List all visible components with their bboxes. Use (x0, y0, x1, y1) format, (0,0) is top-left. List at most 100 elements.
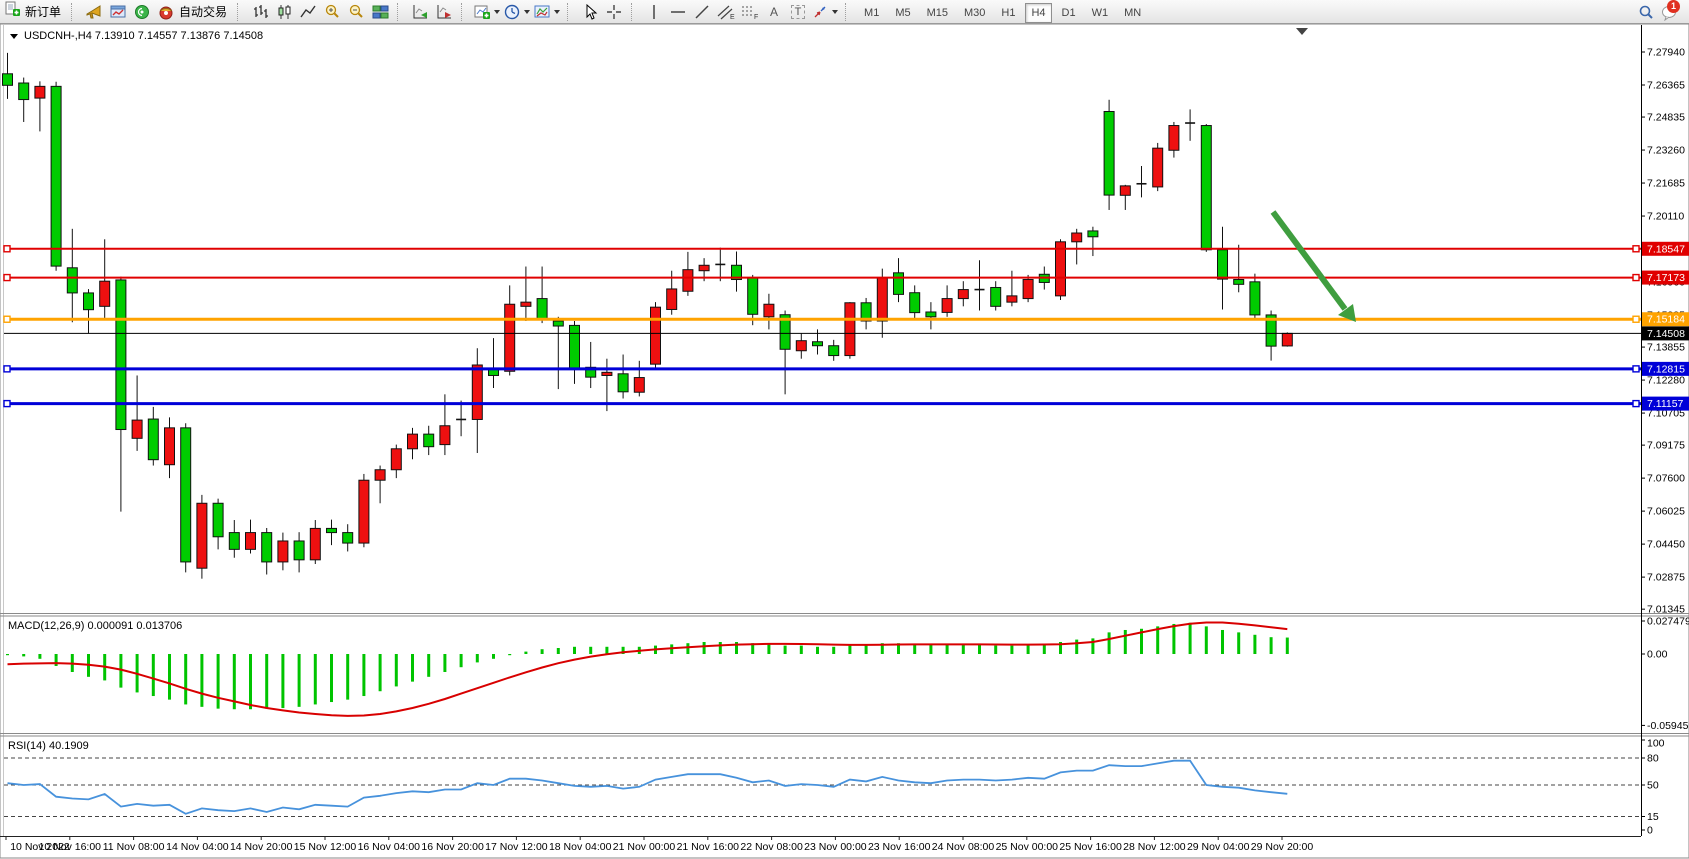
svg-text:21 Nov 00:00: 21 Nov 00:00 (613, 841, 676, 853)
svg-text:0: 0 (1647, 825, 1653, 837)
svg-text:7.11157: 7.11157 (1647, 398, 1684, 410)
notifications-button[interactable]: 1 (1659, 1, 1681, 23)
svg-text:24 Nov 08:00: 24 Nov 08:00 (932, 841, 995, 853)
svg-text:7.18547: 7.18547 (1647, 243, 1685, 255)
candlestick-type-button[interactable] (273, 1, 295, 23)
notification-badge: 1 (1667, 0, 1680, 13)
toolbar-separator (237, 3, 244, 21)
auto-scroll-button[interactable] (409, 1, 431, 23)
timeframe-button-group: M1M5M15M30H1H4D1W1MN (856, 3, 1149, 21)
search-icon[interactable] (1635, 1, 1657, 23)
cursor-tool-button[interactable] (579, 1, 601, 23)
svg-text:0.00: 0.00 (1647, 649, 1668, 661)
svg-text:25 Nov 00:00: 25 Nov 00:00 (996, 841, 1059, 853)
toolbar-separator (397, 3, 404, 21)
svg-text:23 Nov 00:00: 23 Nov 00:00 (804, 841, 867, 853)
timeframe-m30-button[interactable]: M30 (958, 3, 991, 23)
svg-text:7.06025: 7.06025 (1647, 506, 1685, 518)
timeframe-h1-button[interactable]: H1 (995, 3, 1021, 23)
svg-text:7.07600: 7.07600 (1647, 473, 1685, 485)
toolbar-separator (71, 3, 78, 21)
tile-windows-button[interactable] (369, 1, 391, 23)
toolbar-separator (567, 3, 574, 21)
svg-text:7.09175: 7.09175 (1647, 440, 1685, 452)
fibonacci-tool-button[interactable]: F (739, 1, 761, 23)
svg-text:7.26365: 7.26365 (1647, 79, 1685, 91)
text-label-tool-button[interactable]: T (787, 1, 809, 23)
svg-text:7.17173: 7.17173 (1647, 272, 1685, 284)
toolbar-separator (631, 3, 638, 21)
chart-shift-button[interactable] (433, 1, 455, 23)
svg-text:100: 100 (1647, 738, 1665, 750)
svg-text:7.13855: 7.13855 (1647, 342, 1685, 354)
svg-text:22 Nov 08:00: 22 Nov 08:00 (740, 841, 803, 853)
timeframe-h4-button[interactable]: H4 (1025, 3, 1051, 23)
svg-text:29 Nov 20:00: 29 Nov 20:00 (1251, 841, 1314, 853)
svg-text:7.23260: 7.23260 (1647, 145, 1685, 157)
svg-text:-0.059451: -0.059451 (1647, 720, 1689, 732)
timeframe-m1-button[interactable]: M1 (858, 3, 885, 23)
fibonacci-tool-glyph: F (754, 14, 758, 20)
svg-text:7.04450: 7.04450 (1647, 539, 1685, 551)
arrows-tool-button[interactable] (811, 1, 839, 23)
svg-text:16 Nov 04:00: 16 Nov 04:00 (358, 841, 421, 853)
svg-text:16 Nov 20:00: 16 Nov 20:00 (421, 841, 484, 853)
svg-text:29 Nov 04:00: 29 Nov 04:00 (1187, 841, 1250, 853)
chart-window-icon-button[interactable] (107, 1, 129, 23)
chevron-down-icon (832, 10, 838, 14)
svg-text:7.01345: 7.01345 (1647, 604, 1685, 616)
chart-template-button[interactable] (533, 1, 561, 23)
svg-text:10 Nov 16:00: 10 Nov 16:00 (39, 841, 102, 853)
timeframe-m5-button[interactable]: M5 (889, 3, 916, 23)
crosshair-tool-button[interactable] (603, 1, 625, 23)
svg-text:15: 15 (1647, 811, 1659, 823)
new-order-label[interactable]: 新订单 (25, 3, 61, 20)
bar-chart-type-button[interactable] (249, 1, 271, 23)
chart-plot-area[interactable]: 7.27940 7.26365 7.24835 7.23260 7.21685 7.201… (0, 0, 1689, 859)
label-tool-glyph: T (791, 5, 806, 19)
trendline-tool-button[interactable] (691, 1, 713, 23)
svg-text:14 Nov 04:00: 14 Nov 04:00 (166, 841, 229, 853)
text-tool-glyph: A (770, 5, 778, 19)
svg-text:25 Nov 16:00: 25 Nov 16:00 (1059, 841, 1122, 853)
chart-title-text: USDCNH-,H4 7.13910 7.14557 7.13876 7.145… (24, 30, 263, 42)
add-indicator-button[interactable] (473, 1, 501, 23)
svg-text:7.20110: 7.20110 (1647, 211, 1684, 223)
svg-text:7.21685: 7.21685 (1647, 178, 1685, 190)
svg-text:50: 50 (1647, 780, 1659, 792)
svg-text:11 Nov 08:00: 11 Nov 08:00 (103, 841, 165, 853)
svg-text:80: 80 (1647, 753, 1659, 765)
main-toolbar: 新订单 自动交易 (0, 0, 1689, 24)
rsi-label: RSI(14) 40.1909 (8, 740, 89, 752)
horn-icon-button[interactable] (83, 1, 105, 23)
timeframe-w1-button[interactable]: W1 (1086, 3, 1115, 23)
channel-tool-glyph: E (730, 14, 735, 20)
zoom-out-button[interactable] (345, 1, 367, 23)
chart-title-dropdown-icon[interactable] (10, 34, 18, 39)
chevron-down-icon (494, 10, 500, 14)
svg-text:7.15184: 7.15184 (1647, 314, 1685, 326)
signal-icon-button[interactable] (131, 1, 153, 23)
auto-trading-icon[interactable] (155, 1, 177, 23)
chevron-down-icon (524, 10, 530, 14)
text-tool-button[interactable]: A (763, 1, 785, 23)
svg-text:7.12815: 7.12815 (1647, 363, 1685, 375)
timeframe-mn-button[interactable]: MN (1118, 3, 1147, 23)
svg-text:14 Nov 20:00: 14 Nov 20:00 (230, 841, 293, 853)
timeframe-clock-button[interactable] (503, 1, 531, 23)
svg-text:7.12280: 7.12280 (1647, 375, 1685, 387)
svg-text:28 Nov 12:00: 28 Nov 12:00 (1123, 841, 1186, 853)
svg-text:7.27940: 7.27940 (1647, 47, 1685, 59)
horizontal-line-tool-button[interactable] (667, 1, 689, 23)
chevron-down-icon (554, 10, 560, 14)
timeframe-m15-button[interactable]: M15 (921, 3, 954, 23)
vertical-line-tool-button[interactable] (643, 1, 665, 23)
new-order-icon (4, 1, 20, 22)
line-chart-type-button[interactable] (297, 1, 319, 23)
new-order-button[interactable] (1, 1, 23, 23)
auto-trading-label[interactable]: 自动交易 (179, 3, 227, 20)
zoom-in-button[interactable] (321, 1, 343, 23)
svg-text:7.24835: 7.24835 (1647, 112, 1685, 124)
timeframe-d1-button[interactable]: D1 (1056, 3, 1082, 23)
channel-tool-button[interactable]: E (715, 1, 737, 23)
